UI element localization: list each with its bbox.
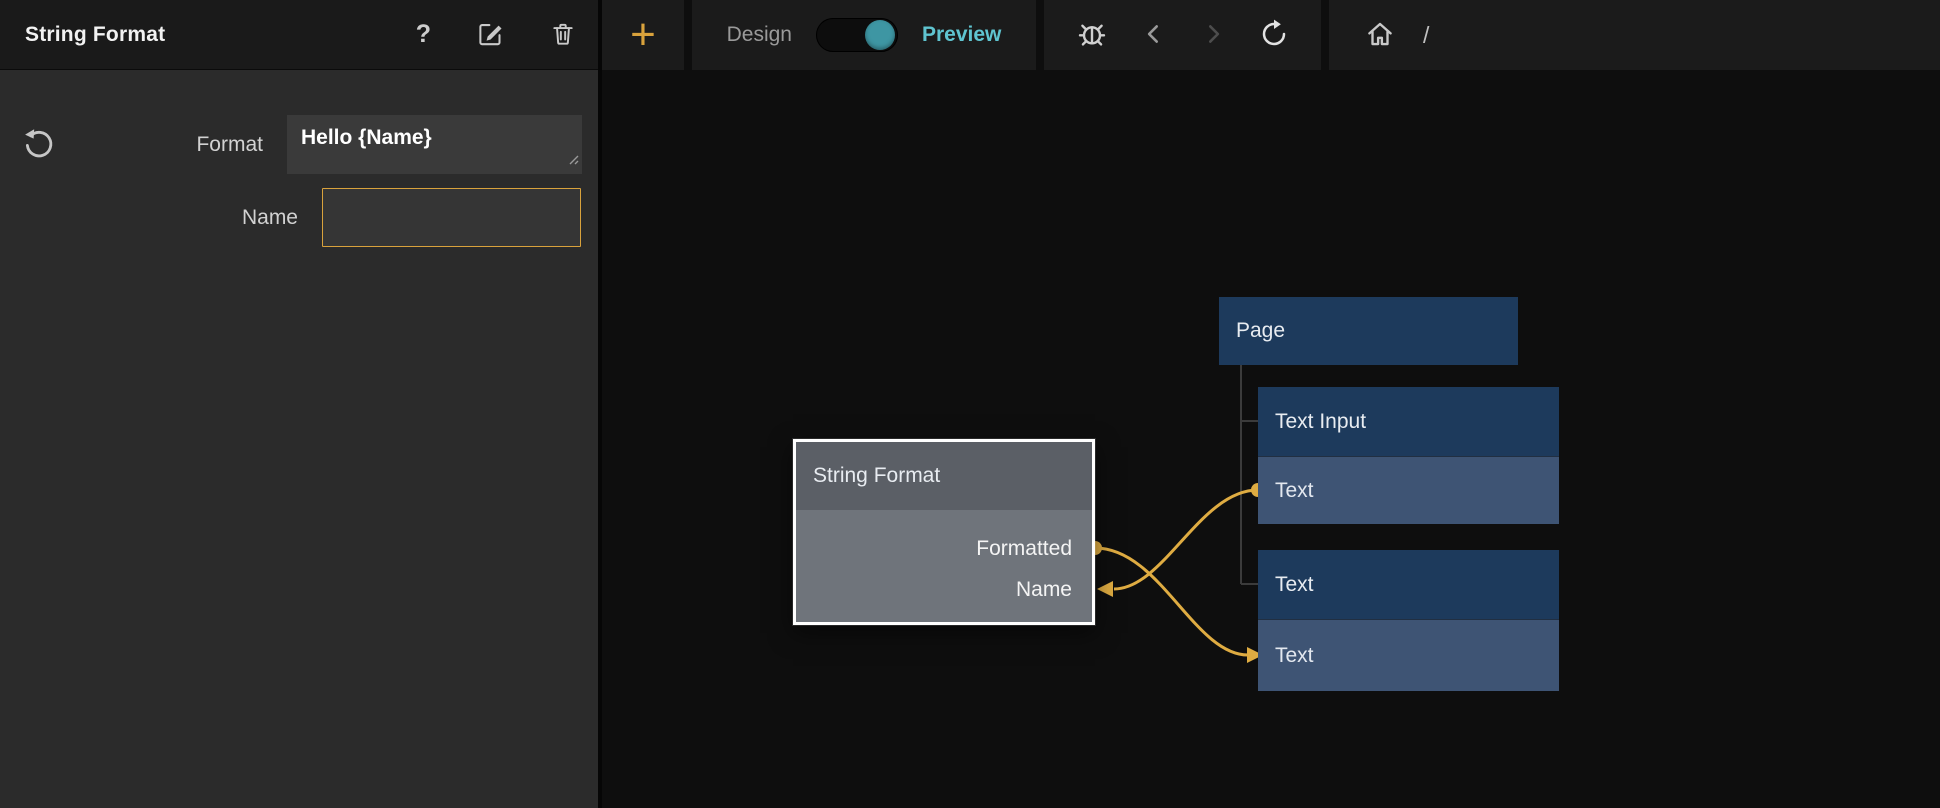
- node-text[interactable]: Text Text: [1258, 550, 1559, 691]
- design-label: Design: [727, 23, 792, 47]
- node-page[interactable]: Page: [1219, 297, 1518, 365]
- design-preview-toggle[interactable]: [816, 18, 898, 52]
- format-input[interactable]: Hello {Name}: [287, 115, 582, 174]
- breadcrumb-path: /: [1423, 22, 1429, 49]
- panel-body: Format Hello {Name} Name: [0, 70, 598, 808]
- node-header: Text Input: [1258, 387, 1559, 456]
- app-window: String Format ?: [0, 0, 1940, 808]
- add-node-button[interactable]: +: [630, 5, 656, 65]
- name-label: Name: [242, 205, 298, 231]
- name-port-row[interactable]: Name: [796, 569, 1072, 610]
- delete-button[interactable]: [550, 20, 576, 50]
- node-graph-canvas[interactable]: Page Text Input Text Text Text: [602, 70, 1940, 808]
- preview-label: Preview: [922, 23, 1001, 47]
- node-title: String Format: [813, 464, 940, 488]
- reset-icon: [22, 127, 56, 164]
- panel-title: String Format: [25, 23, 165, 47]
- nav-section: [1044, 0, 1321, 70]
- node-header: String Format: [796, 442, 1092, 510]
- refresh-icon: [1259, 19, 1289, 52]
- top-toolbar: + Design Preview: [602, 0, 1940, 70]
- trash-icon: [550, 20, 576, 50]
- port-label: Formatted: [976, 537, 1072, 561]
- home-button[interactable]: [1365, 19, 1395, 52]
- reset-button[interactable]: [20, 126, 58, 164]
- node-port-row[interactable]: Text: [1258, 619, 1559, 691]
- format-label: Format: [196, 132, 263, 158]
- port-label: Text: [1275, 644, 1314, 668]
- format-value: Hello {Name}: [301, 126, 432, 149]
- node-string-format[interactable]: String Format Formatted Name: [793, 439, 1095, 625]
- node-port-row[interactable]: Text: [1258, 456, 1559, 524]
- port-label: Name: [1016, 578, 1072, 602]
- panel-header: String Format ?: [0, 0, 598, 70]
- node-header: Page: [1219, 297, 1518, 365]
- node-ports: Formatted Name: [796, 510, 1092, 622]
- edit-icon: [477, 20, 504, 50]
- node-title: Text: [1275, 573, 1314, 597]
- debug-button[interactable]: [1076, 18, 1108, 53]
- name-input[interactable]: [322, 188, 581, 247]
- wire-formatted-to-text[interactable]: [1095, 548, 1248, 655]
- wire-textinput-to-name[interactable]: [1114, 490, 1258, 589]
- formatted-port-row[interactable]: Formatted: [796, 528, 1072, 569]
- forward-icon: [1200, 21, 1226, 50]
- node-text-input[interactable]: Text Input Text: [1258, 387, 1559, 524]
- toggle-knob: [865, 20, 895, 50]
- forward-button[interactable]: [1200, 21, 1226, 50]
- help-button[interactable]: ?: [416, 20, 431, 49]
- mode-section: Design Preview: [692, 0, 1036, 70]
- wire-arrowhead: [1097, 581, 1113, 597]
- node-title: Page: [1236, 319, 1285, 343]
- back-icon: [1141, 21, 1167, 50]
- main-area: + Design Preview: [602, 0, 1940, 808]
- port-label: Text: [1275, 479, 1314, 503]
- add-node-section: +: [602, 0, 684, 70]
- refresh-button[interactable]: [1259, 19, 1289, 52]
- panel-actions: ?: [416, 20, 576, 50]
- properties-panel: String Format ?: [0, 0, 602, 808]
- back-button[interactable]: [1141, 21, 1167, 50]
- resize-handle[interactable]: [565, 147, 579, 171]
- edit-button[interactable]: [477, 20, 504, 50]
- home-icon: [1365, 19, 1395, 52]
- bug-icon: [1076, 18, 1108, 53]
- node-title: Text Input: [1275, 410, 1366, 434]
- node-header: Text: [1258, 550, 1559, 619]
- path-section: /: [1329, 0, 1940, 70]
